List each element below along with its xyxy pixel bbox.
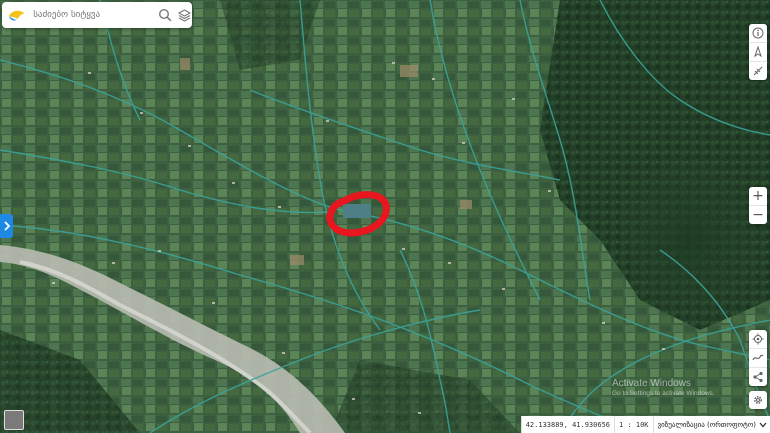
basemap-thumbnail[interactable] — [4, 410, 24, 430]
map-actions-panel — [749, 330, 767, 386]
compass-icon — [754, 46, 762, 58]
route-button[interactable] — [749, 348, 767, 367]
share-icon — [753, 371, 763, 383]
satellite-map[interactable] — [0, 0, 770, 433]
settings-panel — [749, 391, 767, 409]
watermark-title: Activate Windows — [612, 378, 691, 389]
locate-icon — [752, 333, 764, 345]
info-button[interactable] — [749, 24, 767, 42]
chevron-right-icon — [3, 221, 10, 231]
logo-icon — [8, 10, 25, 21]
gear-icon — [754, 396, 762, 404]
chevron-down-icon — [759, 422, 767, 427]
settings-button[interactable] — [749, 391, 767, 409]
zoom-out-button[interactable]: − — [749, 205, 767, 224]
plus-icon: + — [752, 188, 764, 204]
zoom-in-button[interactable]: + — [749, 187, 767, 205]
watermark-subtitle: Go to Settings to activate Windows. — [612, 390, 715, 397]
compass-button[interactable] — [749, 42, 767, 61]
info-icon — [752, 27, 764, 39]
layer-select-label: ვიზუალიზაცია (ორთოფოტო) — [657, 420, 756, 429]
tools-panel — [749, 24, 767, 80]
layers-icon[interactable] — [177, 7, 192, 23]
share-button[interactable] — [749, 367, 767, 386]
minus-icon: − — [752, 207, 764, 223]
windows-activation-watermark: Activate Windows Go to Settings to activ… — [612, 378, 715, 397]
layer-select[interactable]: ვიზუალიზაცია (ორთოფოტო) — [652, 416, 770, 433]
coordinates-readout: 42.133889, 41.930656 — [520, 416, 614, 433]
ruler-icon — [753, 66, 763, 76]
route-icon — [752, 354, 764, 361]
scale-readout: 1 : 10K — [614, 416, 653, 433]
zoom-control: + − — [749, 187, 767, 224]
status-bar: 42.133889, 41.930656 1 : 10K ვიზუალიზაცი… — [520, 416, 770, 433]
search-icon[interactable] — [157, 7, 172, 23]
search-bar — [2, 2, 192, 28]
search-input[interactable] — [31, 9, 154, 21]
my-location-button[interactable] — [749, 330, 767, 348]
measure-button[interactable] — [749, 61, 767, 80]
sidebar-toggle[interactable] — [0, 214, 13, 238]
